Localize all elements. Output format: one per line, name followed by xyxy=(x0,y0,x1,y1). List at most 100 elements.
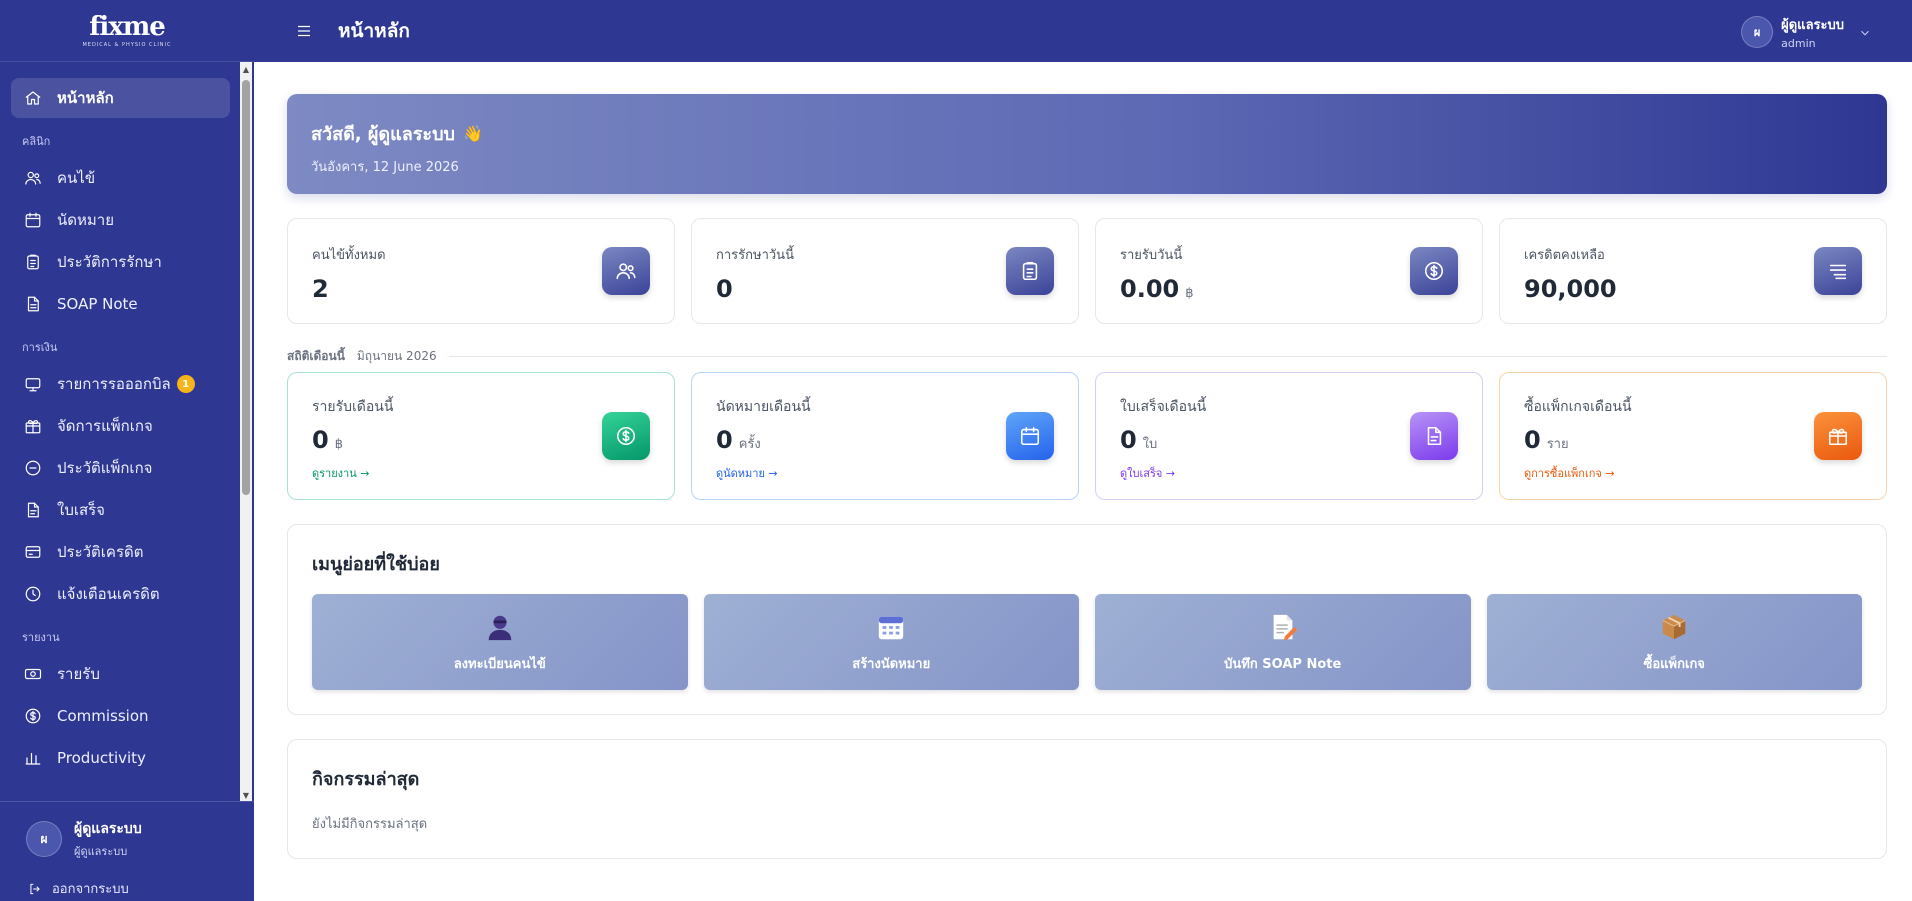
scroll-up-icon[interactable]: ▲ xyxy=(240,62,252,76)
stat-value: 0 ฿ xyxy=(312,426,650,454)
section-report: รายงาน xyxy=(22,631,60,644)
register-patient-button[interactable]: ลงทะเบียนคนไข้ xyxy=(312,594,688,690)
sidebar-user[interactable]: ผ ผู้ดูแลระบบ ผู้ดูแลระบบ xyxy=(0,802,254,860)
month-card-income: รายรับเดือนนี้ 0 ฿ ดูรายงาน → xyxy=(287,372,675,500)
calendar-icon xyxy=(23,210,43,230)
dollar-icon xyxy=(1410,247,1458,295)
month-card-appointments: นัดหมายเดือนนี้ 0 ครั้ง ดูนัดหมาย → xyxy=(691,372,1079,500)
summary-stats: คนไข้ทั้งหมด 2 การรักษาวันนี้ 0 รายรับวั… xyxy=(287,218,1887,324)
view-appointments-link[interactable]: ดูนัดหมาย → xyxy=(716,464,1054,482)
create-appointment-button[interactable]: สร้างนัดหมาย xyxy=(703,594,1079,690)
stat-number: 0 xyxy=(1524,426,1541,454)
month-stats-title: สถิติเดือนนี้ xyxy=(287,348,345,363)
quick-label: ลงทะเบียนคนไข้ xyxy=(453,656,546,672)
sidebar-item-receipts[interactable]: ใบเสร็จ xyxy=(11,490,230,530)
minus-circle-icon xyxy=(23,458,43,478)
sidebar-item-soap-note[interactable]: SOAP Note xyxy=(11,284,230,324)
users-icon xyxy=(602,247,650,295)
monthly-stats: รายรับเดือนนี้ 0 ฿ ดูรายงาน → นัดหมายเดือ… xyxy=(287,372,1887,500)
month-card-receipts: ใบเสร็จเดือนนี้ 0 ใบ ดูใบเสร็จ → xyxy=(1095,372,1483,500)
stat-number: 0 xyxy=(312,426,329,454)
sidebar-item-income[interactable]: รายรับ xyxy=(11,654,230,694)
sidebar-item-productivity[interactable]: Productivity xyxy=(11,738,230,778)
avatar: ผ xyxy=(26,821,62,857)
sidebar-item-label: Commission xyxy=(57,707,149,725)
buy-package-button[interactable]: ซื้อแพ็กเกจ xyxy=(1486,594,1862,690)
dollar-icon xyxy=(602,412,650,460)
logo-tagline: MEDICAL & PHYSIO CLINIC xyxy=(82,41,172,48)
sidebar-item-label: หน้าหลัก xyxy=(57,89,114,107)
sidebar-item-credit-alerts[interactable]: แจ้งเตือนเครดิต xyxy=(11,574,230,614)
stat-value: 0 ครั้ง xyxy=(716,426,1054,454)
record-soap-note-button[interactable]: บันทึก SOAP Note xyxy=(1095,594,1471,690)
stat-value: 2 xyxy=(312,275,329,303)
document-icon xyxy=(23,294,43,314)
credit-card-icon xyxy=(23,542,43,562)
stat-label: คนไข้ทั้งหมด xyxy=(312,248,386,263)
clipboard-icon xyxy=(23,252,43,272)
sidebar-nav: หน้าหลัก คลินิก คนไข้ นัดหมาย ประวัติการ… xyxy=(0,62,254,802)
gift-icon xyxy=(1814,412,1862,460)
stat-card-credit-remaining: เครดิตคงเหลือ 90,000 xyxy=(1499,218,1887,324)
clipboard-icon xyxy=(1006,247,1054,295)
sidebar-item-patients[interactable]: คนไข้ xyxy=(11,158,230,198)
stat-label: เครดิตคงเหลือ xyxy=(1524,248,1605,263)
sidebar-item-commission[interactable]: Commission xyxy=(11,696,230,736)
sidebar-item-credit-history[interactable]: ประวัติเครดิต xyxy=(11,532,230,572)
dollar-icon xyxy=(23,706,43,726)
quick-label: ซื้อแพ็กเกจ xyxy=(1643,656,1705,672)
sidebar-item-label: รายรับ xyxy=(57,665,100,683)
stat-number: 0 xyxy=(1120,426,1137,454)
scroll-down-icon[interactable]: ▼ xyxy=(240,788,252,802)
user-menu[interactable]: ผ ผู้ดูแลระบบ admin xyxy=(1741,14,1872,50)
sidebar-item-appointments[interactable]: นัดหมาย xyxy=(11,200,230,240)
avatar: ผ xyxy=(1741,16,1774,48)
chevron-down-icon xyxy=(1858,25,1872,39)
greeting-text: สวัสดี, ผู้ดูแลระบบ xyxy=(311,124,455,145)
sidebar-item-pending-bills[interactable]: รายการรอออกบิล 1 xyxy=(11,364,230,404)
logout-button[interactable]: ออกจากระบบ xyxy=(0,860,254,899)
top-user-name: ผู้ดูแลระบบ xyxy=(1781,18,1844,33)
sidebar-item-home[interactable]: หน้าหลัก xyxy=(11,78,230,118)
sidebar-item-label: SOAP Note xyxy=(57,295,138,313)
recent-activity-panel: กิจกรรมล่าสุด ยังไม่มีกิจกรรมล่าสุด xyxy=(287,739,1887,859)
gift-icon xyxy=(23,416,43,436)
wave-icon: 👋 xyxy=(462,124,483,143)
view-receipts-link[interactable]: ดูใบเสร็จ → xyxy=(1120,464,1458,482)
logout-label: ออกจากระบบ xyxy=(52,882,129,897)
person-icon xyxy=(484,611,516,643)
stat-card-total-patients: คนไข้ทั้งหมด 2 xyxy=(287,218,675,324)
stat-label: ใบเสร็จเดือนนี้ xyxy=(1120,399,1207,415)
scroll-thumb[interactable] xyxy=(242,80,250,495)
document-icon xyxy=(1410,412,1458,460)
sidebar-item-label: ประวัติเครดิต xyxy=(57,543,144,561)
stat-unit: ครั้ง xyxy=(738,437,761,452)
clock-icon xyxy=(23,584,43,604)
view-package-purchases-link[interactable]: ดูการซื้อแพ็กเกจ → xyxy=(1524,464,1862,482)
brand-logo[interactable]: fixme MEDICAL & PHYSIO CLINIC xyxy=(0,0,254,62)
logo-text: fixme xyxy=(89,11,166,42)
view-report-link[interactable]: ดูรายงาน → xyxy=(312,464,650,482)
quick-label: บันทึก SOAP Note xyxy=(1224,656,1342,672)
calendar-icon xyxy=(875,611,907,643)
quick-label: สร้างนัดหมาย xyxy=(852,656,931,672)
sidebar-item-label: Productivity xyxy=(57,749,146,767)
calendar-icon xyxy=(1006,412,1054,460)
stat-label: นัดหมายเดือนนี้ xyxy=(716,399,811,415)
stat-value: 0 xyxy=(716,275,733,303)
sidebar-scrollbar[interactable]: ▲ ▼ xyxy=(240,62,252,802)
month-stats-header: สถิติเดือนนี้ มิถุนายน 2026 xyxy=(287,348,1887,364)
sidebar-item-treatment-history[interactable]: ประวัติการรักษา xyxy=(11,242,230,282)
sidebar-item-label: ประวัติแพ็กเกจ xyxy=(57,459,153,477)
quick-menu-title: เมนูย่อยที่ใช้บ่อย xyxy=(312,554,440,575)
sidebar-item-package-history[interactable]: ประวัติแพ็กเกจ xyxy=(11,448,230,488)
stat-number: 0 xyxy=(716,426,733,454)
stat-unit: ฿ xyxy=(1185,286,1194,301)
monitor-icon xyxy=(23,374,43,394)
stat-label: รายรับวันนี้ xyxy=(1120,248,1183,263)
sidebar-item-label: แจ้งเตือนเครดิต xyxy=(57,585,160,603)
menu-toggle-button[interactable] xyxy=(292,19,316,43)
sidebar-item-manage-packages[interactable]: จัดการแพ็กเกจ xyxy=(11,406,230,446)
current-date: วันอังคาร, 12 June 2026 xyxy=(311,160,459,175)
divider xyxy=(448,355,1887,357)
